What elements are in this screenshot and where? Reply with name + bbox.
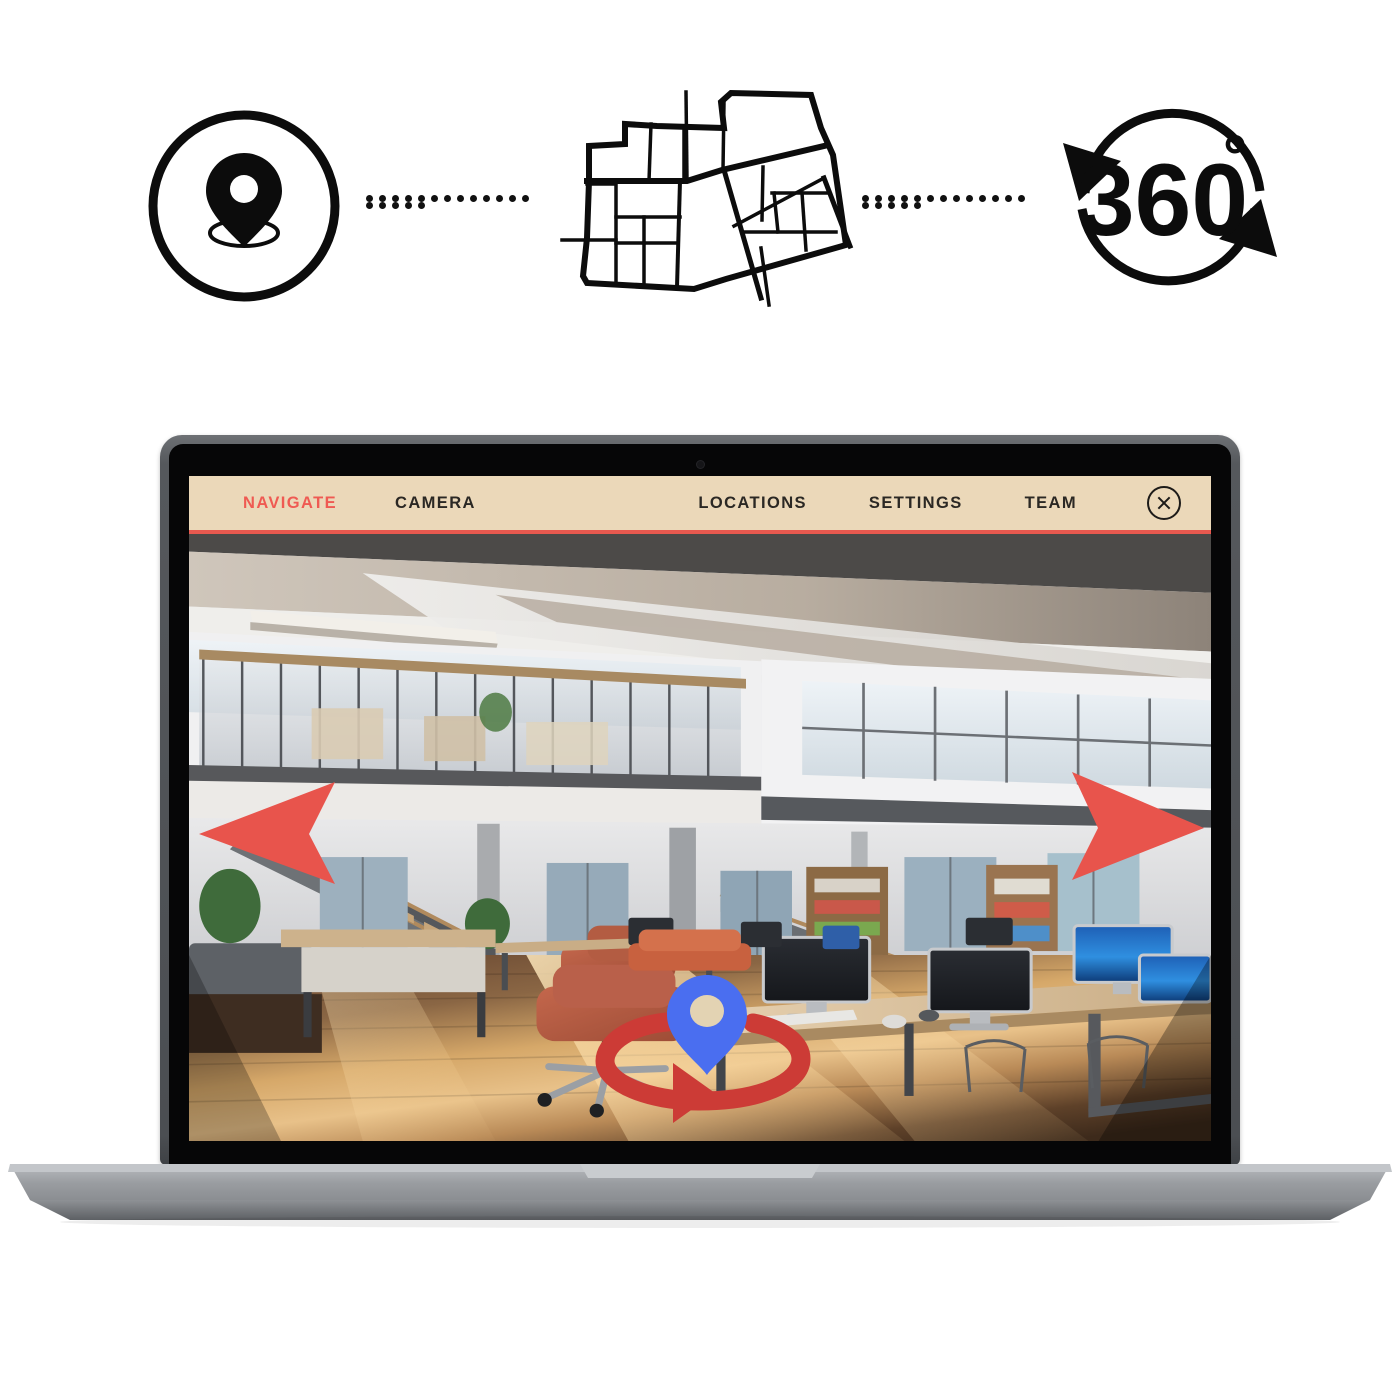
- header-icon-row: 360 °: [0, 0, 1400, 400]
- laptop-base: [0, 1148, 1400, 1258]
- laptop-bezel: NAVIGATE CAMERA LOCATIONS SETTINGS TEAM: [169, 444, 1231, 1165]
- menu-item-locations[interactable]: LOCATIONS: [698, 494, 807, 513]
- dotted-connector-right: [862, 195, 1042, 209]
- pan-right-arrow[interactable]: [1066, 766, 1206, 884]
- pan-left-arrow[interactable]: [197, 778, 337, 888]
- close-icon[interactable]: [1147, 486, 1181, 520]
- webcam-icon: [696, 461, 704, 468]
- floor-plan-icon: [556, 80, 856, 320]
- degree-symbol: °: [1223, 123, 1247, 190]
- menubar-right-group: LOCATIONS SETTINGS TEAM: [636, 486, 1181, 520]
- menu-item-navigate[interactable]: NAVIGATE: [243, 494, 337, 513]
- location-pin-icon: [143, 105, 345, 307]
- 360-rotation-icon: 360 °: [1055, 85, 1285, 315]
- panorama-viewport[interactable]: [189, 534, 1211, 1141]
- rotate-here-marker[interactable]: [587, 959, 837, 1134]
- menu-item-team[interactable]: TEAM: [1025, 494, 1077, 513]
- laptop-lid: NAVIGATE CAMERA LOCATIONS SETTINGS TEAM: [160, 435, 1240, 1165]
- app-screen: NAVIGATE CAMERA LOCATIONS SETTINGS TEAM: [189, 476, 1211, 1141]
- dotted-connector-left: [366, 195, 546, 209]
- laptop-mockup: NAVIGATE CAMERA LOCATIONS SETTINGS TEAM: [0, 420, 1400, 1240]
- app-menubar: NAVIGATE CAMERA LOCATIONS SETTINGS TEAM: [189, 476, 1211, 534]
- menu-item-settings[interactable]: SETTINGS: [869, 494, 963, 513]
- menu-item-camera[interactable]: CAMERA: [395, 494, 476, 513]
- page-root: 360 ° NAVIGATE CAMERA LOCATIONS SETTINGS…: [0, 0, 1400, 1400]
- menubar-left-group: NAVIGATE CAMERA: [243, 494, 534, 513]
